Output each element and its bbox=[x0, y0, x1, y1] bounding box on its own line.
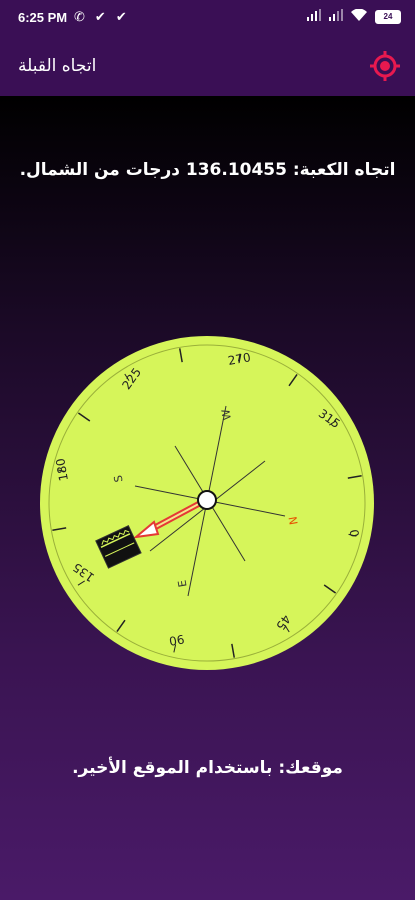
status-time: 6:25 PM bbox=[18, 10, 68, 25]
qibla-direction-text: اتجاه الكعبة: 136.10455 درجات من الشمال. bbox=[19, 160, 396, 180]
compass-center-pivot bbox=[197, 490, 217, 510]
location-status-text: موقعك: باستخدام الموقع الأخير. bbox=[72, 758, 343, 778]
degree-label: 90 bbox=[168, 632, 185, 648]
battery-icon: 24 bbox=[375, 9, 401, 24]
check-icon: ✔ bbox=[115, 9, 127, 24]
signal-icon bbox=[307, 9, 321, 24]
whatsapp-icon: ✆ bbox=[74, 9, 85, 24]
compass-face: 270 315 0 45 90 135 180 225 W N E S bbox=[40, 336, 374, 670]
crosshair-icon bbox=[370, 51, 400, 81]
page-title: اتجاه القبلة bbox=[18, 56, 97, 76]
notification-icons: ✆ ✔ ✔ bbox=[74, 9, 127, 25]
status-bar: 6:25 PM ✆ ✔ ✔ 24 bbox=[0, 0, 415, 36]
system-icons: 24 bbox=[307, 8, 401, 24]
app-bar: اتجاه القبلة bbox=[0, 36, 415, 96]
wifi-icon bbox=[351, 8, 367, 24]
signal-icon bbox=[329, 9, 343, 24]
qibla-compass: 270 315 0 45 90 135 180 225 W N E S bbox=[40, 336, 374, 670]
locate-button[interactable] bbox=[369, 50, 401, 82]
check-icon: ✔ bbox=[94, 9, 106, 24]
